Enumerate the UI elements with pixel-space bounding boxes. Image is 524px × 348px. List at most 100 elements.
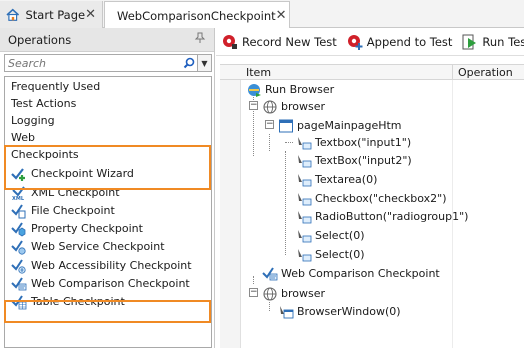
run-test-label: Run Test xyxy=(482,34,524,49)
list-item-property-checkpoint[interactable]: Property Checkpoint xyxy=(5,220,211,237)
chevron-down-icon[interactable]: ▼ xyxy=(197,55,211,71)
record-icon xyxy=(223,34,237,49)
list-item-test-actions[interactable]: Test Actions xyxy=(5,95,211,112)
tree-row-label: Web Comparison Checkpoint xyxy=(281,267,440,280)
list-item-web-comparison-checkpoint[interactable]: Web Comparison Checkpoint xyxy=(5,275,211,292)
editor-toolbar: Record New Test Append to Test Run Test xyxy=(216,28,524,56)
list-item-label: Logging xyxy=(11,114,55,127)
column-header-item[interactable]: Item xyxy=(246,66,271,79)
window-icon xyxy=(278,304,294,320)
tab-start-page[interactable]: Start Page ✕ xyxy=(0,1,103,28)
tree-row-textarea[interactable]: Textarea(0) xyxy=(296,171,377,188)
tree-row-label: RadioButton("radiogroup1") xyxy=(315,210,469,223)
web-comparison-checkpoint-icon xyxy=(262,266,278,282)
list-item-label: Web Service Checkpoint xyxy=(31,240,165,253)
operations-panel-header: Operations xyxy=(0,28,214,52)
tree-row-label: BrowserWindow(0) xyxy=(297,305,401,318)
collapse-toggle[interactable]: − xyxy=(249,101,258,110)
tree-row-radiobutton[interactable]: RadioButton("radiogroup1") xyxy=(296,208,468,225)
record-new-test-label: Record New Test xyxy=(242,34,337,49)
globe-icon xyxy=(262,99,278,115)
list-item-label: Test Actions xyxy=(11,97,77,110)
tree-row-label: Select(0) xyxy=(315,229,365,242)
append-icon xyxy=(347,34,363,50)
run-browser-icon xyxy=(246,82,262,98)
checkpoint-icon xyxy=(296,209,312,225)
list-item-label: Web xyxy=(11,131,35,144)
list-item-web-accessibility-checkpoint[interactable]: Web Accessibility Checkpoint xyxy=(5,257,211,274)
list-item-file-checkpoint[interactable]: File Checkpoint xyxy=(5,202,211,219)
list-item-web[interactable]: Web xyxy=(5,129,211,146)
list-item-logging[interactable]: Logging xyxy=(5,112,211,129)
tree-connector xyxy=(269,134,270,151)
search-icon[interactable] xyxy=(181,55,197,71)
column-separator xyxy=(452,65,453,80)
run-test-button[interactable]: Run Test xyxy=(462,34,524,50)
tree-row-label: Select(0) xyxy=(315,248,365,261)
checkpoint-icon xyxy=(296,172,312,188)
tree-row-textbox-input1[interactable]: Textbox("input1") xyxy=(296,134,411,151)
pin-icon[interactable] xyxy=(194,32,206,47)
highlight-checkpoint-wizard xyxy=(4,145,211,190)
tree-row-label: browser xyxy=(281,100,326,113)
column-header-operation[interactable]: Operation xyxy=(458,66,513,79)
tree-row-label: browser xyxy=(281,287,326,300)
tree-row-label: Run Browser xyxy=(265,83,335,96)
collapse-toggle[interactable]: − xyxy=(265,120,274,129)
checkpoint-icon xyxy=(296,228,312,244)
tree-row-checkbox[interactable]: Checkbox("checkbox2") xyxy=(296,190,447,207)
tab-web-comparison-checkpoint[interactable]: WebComparisonCheckpoint ✕ xyxy=(104,1,290,29)
tree-connector xyxy=(285,151,286,255)
tree-row-run-browser[interactable]: Run Browser xyxy=(246,81,334,98)
operations-panel-title: Operations xyxy=(8,32,72,47)
list-item-label: Web Comparison Checkpoint xyxy=(31,277,190,290)
close-icon[interactable]: ✕ xyxy=(85,7,96,22)
operations-search: ▼ xyxy=(4,54,212,72)
tree-connector xyxy=(269,302,270,311)
list-item-frequently-used[interactable]: Frequently Used xyxy=(5,78,211,95)
grid-header: Item Operation xyxy=(220,64,524,80)
checkpoint-icon xyxy=(296,247,312,263)
tree-row-web-comparison-checkpoint[interactable]: Web Comparison Checkpoint xyxy=(262,265,440,282)
list-item-label: Frequently Used xyxy=(11,80,101,93)
tree-row-page[interactable]: pageMainpageHtm xyxy=(278,117,402,134)
test-editor: Record New Test Append to Test Run Test … xyxy=(216,28,524,348)
highlight-web-comparison-checkpoint xyxy=(4,300,211,323)
checkpoint-icon xyxy=(296,135,312,151)
tree-row-browserwindow[interactable]: BrowserWindow(0) xyxy=(278,303,401,320)
append-to-test-label: Append to Test xyxy=(366,34,453,49)
tree-row-browser[interactable]: browser xyxy=(262,285,325,302)
web-accessibility-checkpoint-icon xyxy=(11,258,27,274)
list-item-label: Web Accessibility Checkpoint xyxy=(31,259,192,272)
tree-row-select[interactable]: Select(0) xyxy=(296,246,365,263)
tree-row-label: Textbox("input1") xyxy=(315,136,412,149)
checkpoint-icon xyxy=(296,191,312,207)
tree-row-browser[interactable]: browser xyxy=(262,98,325,115)
list-item-label: Property Checkpoint xyxy=(31,222,143,235)
svg-text:XML: XML xyxy=(12,196,25,201)
tree-row-textbox-input2[interactable]: TextBox("input2") xyxy=(296,152,412,169)
run-icon xyxy=(462,34,477,49)
close-icon[interactable]: ✕ xyxy=(276,8,287,23)
tree-connector xyxy=(253,276,254,284)
globe-icon xyxy=(262,286,278,302)
checkpoint-icon xyxy=(296,153,312,169)
document-tabstrip: Start Page ✕ WebComparisonCheckpoint ✕ xyxy=(0,0,524,29)
home-icon xyxy=(6,8,20,21)
file-checkpoint-icon xyxy=(11,203,27,219)
collapse-toggle[interactable]: − xyxy=(249,288,258,297)
list-item-web-service-checkpoint[interactable]: Web Service Checkpoint xyxy=(5,238,211,255)
tab-web-comparison-checkpoint-label: WebComparisonCheckpoint xyxy=(117,8,276,23)
web-service-checkpoint-icon xyxy=(11,239,27,255)
tree-row-label: Textarea(0) xyxy=(315,173,378,186)
tree-row-select[interactable]: Select(0) xyxy=(296,227,365,244)
tree-row-label: pageMainpageHtm xyxy=(297,119,402,132)
append-to-test-button[interactable]: Append to Test xyxy=(347,34,453,50)
record-new-test-button[interactable]: Record New Test xyxy=(222,34,337,50)
page-icon xyxy=(278,118,294,134)
property-checkpoint-icon xyxy=(11,221,27,237)
tab-start-page-label: Start Page xyxy=(25,7,86,22)
web-comparison-checkpoint-icon xyxy=(11,276,27,292)
search-input[interactable] xyxy=(5,55,181,71)
tree-connector xyxy=(285,142,293,143)
